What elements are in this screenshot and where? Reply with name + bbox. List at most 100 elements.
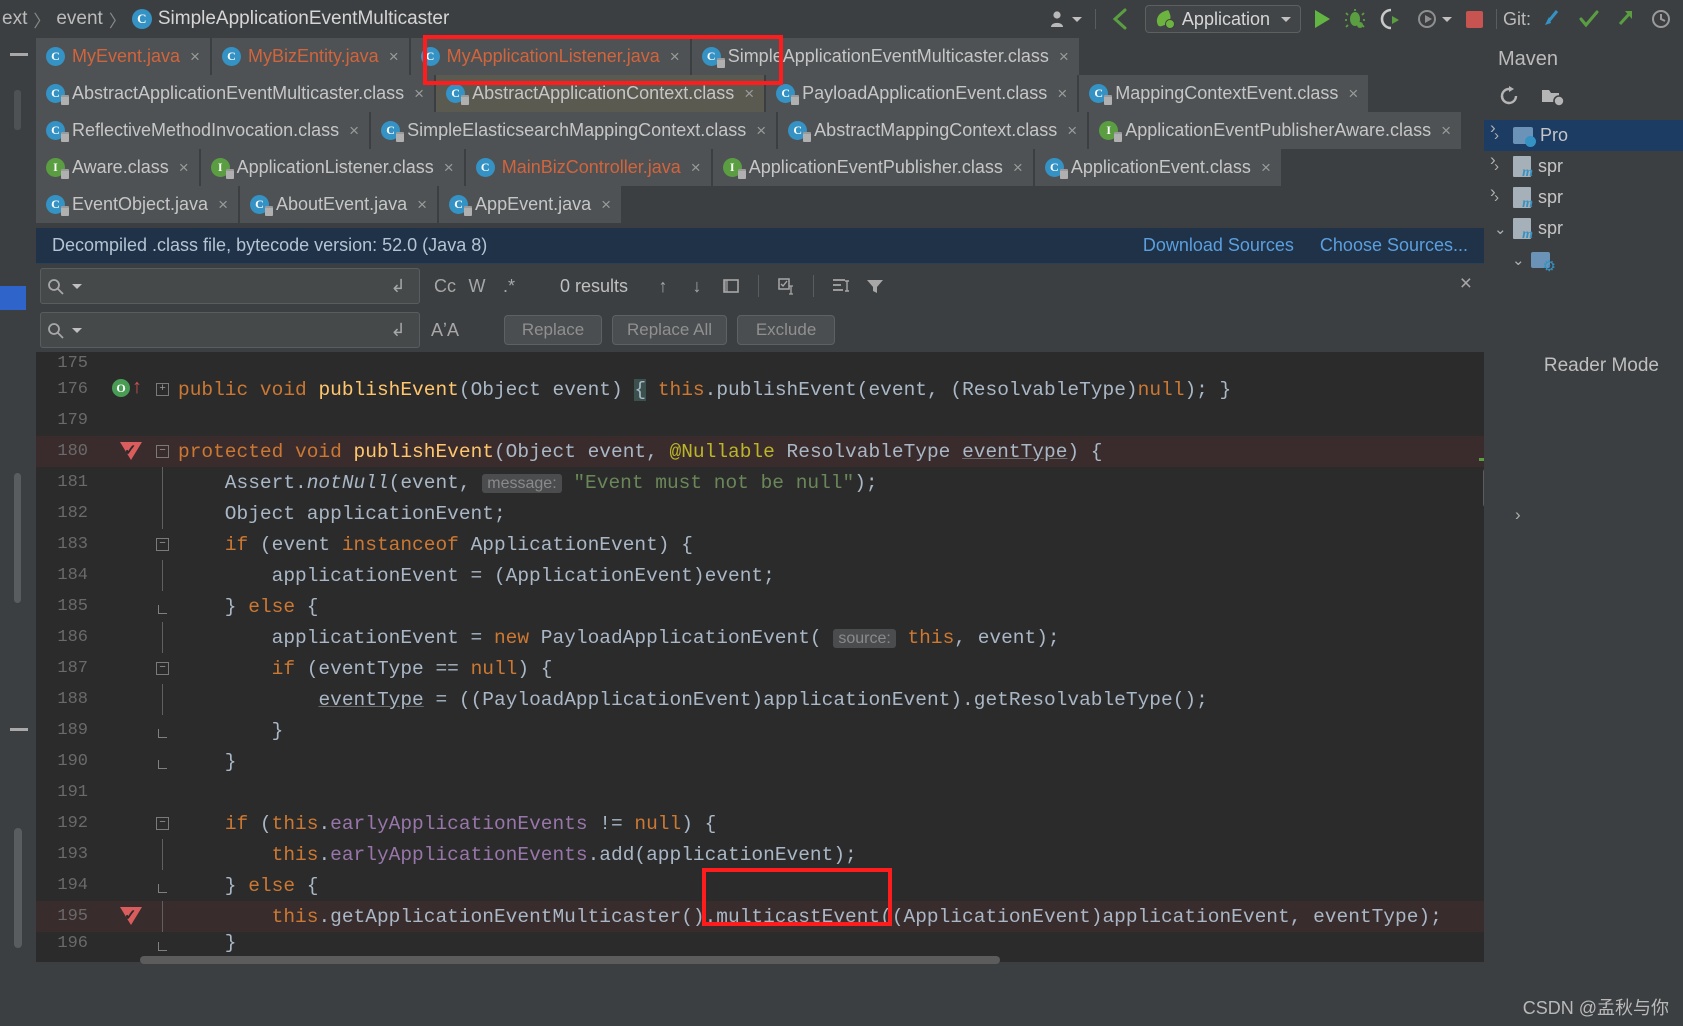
gutter-icons[interactable]: [98, 529, 150, 560]
replace-input[interactable]: [82, 320, 383, 340]
editor-horizontal-scrollbar[interactable]: [140, 956, 1000, 964]
regex-toggle[interactable]: .*: [494, 271, 524, 301]
gutter-icons[interactable]: [98, 560, 150, 591]
chevron-down-icon[interactable]: ⌄: [1512, 251, 1524, 269]
maven-add-project-button[interactable]: [1540, 85, 1564, 112]
new-line-icon[interactable]: ↲: [383, 271, 413, 301]
editor-tab[interactable]: IApplicationEventPublisher.class×: [713, 149, 1033, 186]
editor-tab[interactable]: CMyApplicationListener.java×: [411, 38, 690, 75]
gutter-icons[interactable]: [98, 808, 150, 839]
close-tab-icon[interactable]: ×: [670, 47, 680, 67]
code-line[interactable]: 181 Assert.notNull(event, message: "Even…: [36, 467, 1484, 498]
git-commit-button[interactable]: [1571, 0, 1607, 38]
code-text[interactable]: applicationEvent = (ApplicationEvent)eve…: [178, 565, 775, 587]
close-tab-icon[interactable]: ×: [179, 158, 189, 178]
gutter-icons[interactable]: [98, 928, 150, 959]
choose-sources-link[interactable]: Choose Sources...: [1320, 235, 1468, 256]
back-button[interactable]: [1102, 0, 1138, 38]
fold-collapse-icon[interactable]: −: [156, 817, 169, 830]
editor-tab[interactable]: CSimpleElasticsearchMappingContext.class…: [371, 112, 776, 149]
search-field-wrapper[interactable]: ↲: [40, 268, 420, 304]
close-tab-icon[interactable]: ×: [1441, 121, 1451, 141]
close-tab-icon[interactable]: ×: [601, 195, 611, 215]
close-tab-icon[interactable]: ×: [349, 121, 359, 141]
code-folding-column[interactable]: [150, 405, 178, 436]
run-button[interactable]: [1308, 0, 1337, 38]
maven-tree-node[interactable]: ⌄spr: [1484, 213, 1683, 244]
tree-chevron-1[interactable]: ›: [1490, 118, 1496, 138]
fold-collapse-icon[interactable]: −: [156, 538, 169, 551]
gutter-icons[interactable]: ✓: [98, 436, 150, 467]
maven-tree-node[interactable]: ›Pro: [1484, 120, 1683, 151]
fold-collapse-icon[interactable]: −: [156, 662, 169, 675]
close-tab-icon[interactable]: ×: [190, 47, 200, 67]
code-folding-column[interactable]: [150, 839, 178, 870]
code-line[interactable]: 176O↑+public void publishEvent(Object ev…: [36, 374, 1484, 405]
editor-tab[interactable]: IApplicationEventPublisherAware.class×: [1089, 112, 1461, 149]
gutter-icons[interactable]: [98, 684, 150, 715]
close-tab-icon[interactable]: ×: [389, 47, 399, 67]
profile-button[interactable]: [1409, 0, 1459, 38]
next-occurrence-button[interactable]: ↓: [682, 271, 712, 301]
close-tab-icon[interactable]: ×: [1067, 121, 1077, 141]
fold-expand-icon[interactable]: +: [156, 383, 169, 396]
code-folding-column[interactable]: [150, 684, 178, 715]
fold-region-end-icon[interactable]: [158, 605, 167, 614]
close-tab-icon[interactable]: ×: [218, 195, 228, 215]
code-text[interactable]: this.getApplicationEventMulticaster().mu…: [178, 906, 1442, 928]
editor-tab[interactable]: CAboutEvent.java×: [240, 186, 437, 223]
code-folding-column[interactable]: [150, 498, 178, 529]
replace-button[interactable]: Replace: [504, 315, 602, 345]
code-folding-column[interactable]: −: [150, 436, 178, 467]
implementing-method-icon[interactable]: O: [112, 379, 130, 397]
open-in-find-window-button[interactable]: [716, 271, 746, 301]
code-folding-column[interactable]: −: [150, 529, 178, 560]
code-folding-column[interactable]: [150, 928, 178, 959]
left-strip-scrollbar[interactable]: [14, 473, 21, 603]
gutter-icons[interactable]: [98, 715, 150, 746]
gutter-icons[interactable]: [98, 839, 150, 870]
exclude-button[interactable]: Exclude: [737, 315, 835, 345]
collapse-icon-bottom[interactable]: [10, 728, 28, 731]
code-text[interactable]: applicationEvent = new PayloadApplicatio…: [178, 627, 1060, 649]
maven-tree-node[interactable]: ›spr: [1484, 151, 1683, 182]
chevron-down-icon[interactable]: ⌄: [1494, 220, 1506, 238]
code-text[interactable]: this.earlyApplicationEvents.add(applicat…: [178, 844, 857, 866]
close-find-panel-button[interactable]: ×: [1460, 272, 1472, 296]
editor-tab[interactable]: CMyEvent.java×: [36, 38, 210, 75]
code-folding-column[interactable]: [150, 746, 178, 777]
new-line-icon[interactable]: ↲: [383, 315, 413, 345]
code-line[interactable]: 180✓−protected void publishEvent(Object …: [36, 436, 1484, 467]
fold-collapse-icon[interactable]: −: [156, 445, 169, 458]
collapse-icon-top[interactable]: [10, 53, 28, 56]
gutter-icons[interactable]: [98, 405, 150, 436]
close-tab-icon[interactable]: ×: [744, 84, 754, 104]
code-text[interactable]: } else {: [178, 875, 318, 897]
replace-field-wrapper[interactable]: ↲: [40, 312, 420, 348]
code-line[interactable]: 195✓ this.getApplicationEventMulticaster…: [36, 901, 1484, 932]
run-with-coverage-button[interactable]: [1373, 0, 1409, 38]
tree-chevron-2[interactable]: ›: [1490, 150, 1496, 170]
gutter-icons[interactable]: [98, 622, 150, 653]
close-tab-icon[interactable]: ×: [756, 121, 766, 141]
chevron-right-icon[interactable]: ›: [1494, 189, 1506, 206]
left-strip-scrollbar-2[interactable]: [14, 828, 22, 948]
git-history-button[interactable]: [1643, 0, 1679, 38]
close-tab-icon[interactable]: ×: [414, 84, 424, 104]
code-folding-column[interactable]: [150, 622, 178, 653]
previous-occurrence-button[interactable]: ↑: [648, 271, 678, 301]
close-tab-icon[interactable]: ×: [1013, 158, 1023, 178]
download-sources-link[interactable]: Download Sources: [1143, 235, 1294, 256]
gutter-icons[interactable]: [98, 777, 150, 808]
replace-history-chevron-icon[interactable]: [72, 328, 82, 333]
editor-tab[interactable]: CAbstractApplicationContext.class×: [436, 75, 764, 112]
user-button[interactable]: [1041, 0, 1089, 38]
code-line[interactable]: 193 this.earlyApplicationEvents.add(appl…: [36, 839, 1484, 870]
gutter-icons[interactable]: [98, 498, 150, 529]
gutter-icons[interactable]: [98, 467, 150, 498]
code-folding-column[interactable]: [150, 870, 178, 901]
code-line[interactable]: 179: [36, 405, 1484, 436]
code-text[interactable]: }: [178, 720, 283, 742]
select-all-occurrences-button[interactable]: [826, 271, 856, 301]
replace-all-button[interactable]: Replace All: [612, 315, 727, 345]
